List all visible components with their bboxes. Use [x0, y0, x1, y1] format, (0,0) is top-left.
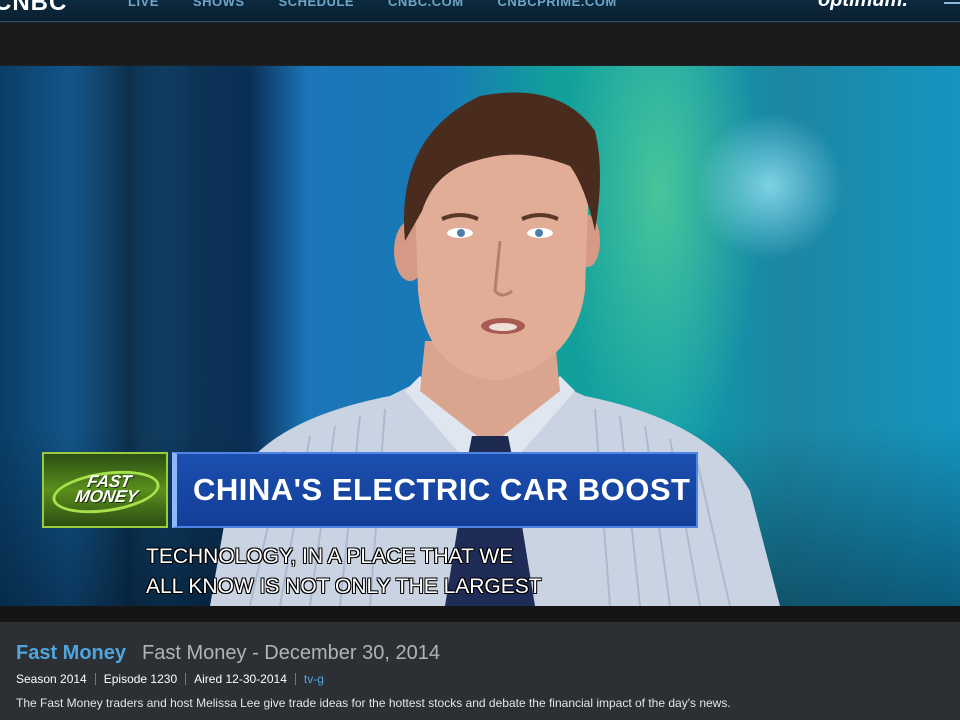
episode-info: Fast Money Fast Money - December 30, 201… [0, 622, 960, 720]
nav-link-shows[interactable]: SHOWS [193, 0, 245, 9]
nav-link-live[interactable]: LIVE [128, 0, 159, 9]
caption-line: ALL KNOW IS NOT ONLY THE LARGEST [146, 575, 542, 598]
title-row: Fast Money Fast Money - December 30, 201… [16, 642, 440, 665]
nav-link-cnbcprime-com[interactable]: CNBCPRIME.COM [498, 0, 617, 9]
presenter-image [210, 92, 780, 606]
meta-divider [94, 673, 96, 685]
headline-text: CHINA'S ELECTRIC CAR BOOST [193, 472, 691, 507]
caption-line: TECHNOLOGY, IN A PLACE THAT WE [146, 545, 514, 568]
season-label: Season 2014 [16, 672, 87, 686]
provider-logo[interactable]: optimum. [818, 0, 908, 12]
meta-divider [185, 673, 187, 685]
episode-meta: Season 2014 Episode 1230 Aired 12-30-201… [16, 672, 324, 686]
video-player[interactable]: FAST MONEY CHINA'S ELECTRIC CAR BOOST TE… [0, 66, 960, 606]
episode-title: Fast Money - December 30, 2014 [142, 642, 440, 664]
top-nav: CNBC LIVE SHOWS SCHEDULE CNBC.COM CNBCPR… [0, 0, 960, 22]
episode-description: The Fast Money traders and host Melissa … [16, 696, 731, 710]
fast-money-logo: FAST MONEY [42, 452, 168, 528]
nav-link-cnbc-com[interactable]: CNBC.COM [388, 0, 464, 9]
meta-divider [294, 673, 296, 685]
show-name-link[interactable]: Fast Money [16, 642, 126, 665]
separator [0, 606, 960, 622]
headline-banner: CHINA'S ELECTRIC CAR BOOST [172, 452, 698, 528]
aired-date: Aired 12-30-2014 [194, 672, 287, 686]
nav-link-schedule[interactable]: SCHEDULE [279, 0, 355, 9]
nav-links: LIVE SHOWS SCHEDULE CNBC.COM CNBCPRIME.C… [128, 0, 617, 9]
rating-link[interactable]: tv-g [304, 672, 324, 686]
menu-icon[interactable] [944, 2, 960, 4]
fast-money-logo-text: FAST MONEY [73, 472, 140, 506]
sub-bar [0, 23, 960, 65]
closed-caption: TECHNOLOGY, IN A PLACE THAT WE ALL KNOW … [146, 542, 542, 602]
cnbc-logo[interactable]: CNBC [0, 0, 67, 17]
episode-number: Episode 1230 [103, 672, 178, 686]
